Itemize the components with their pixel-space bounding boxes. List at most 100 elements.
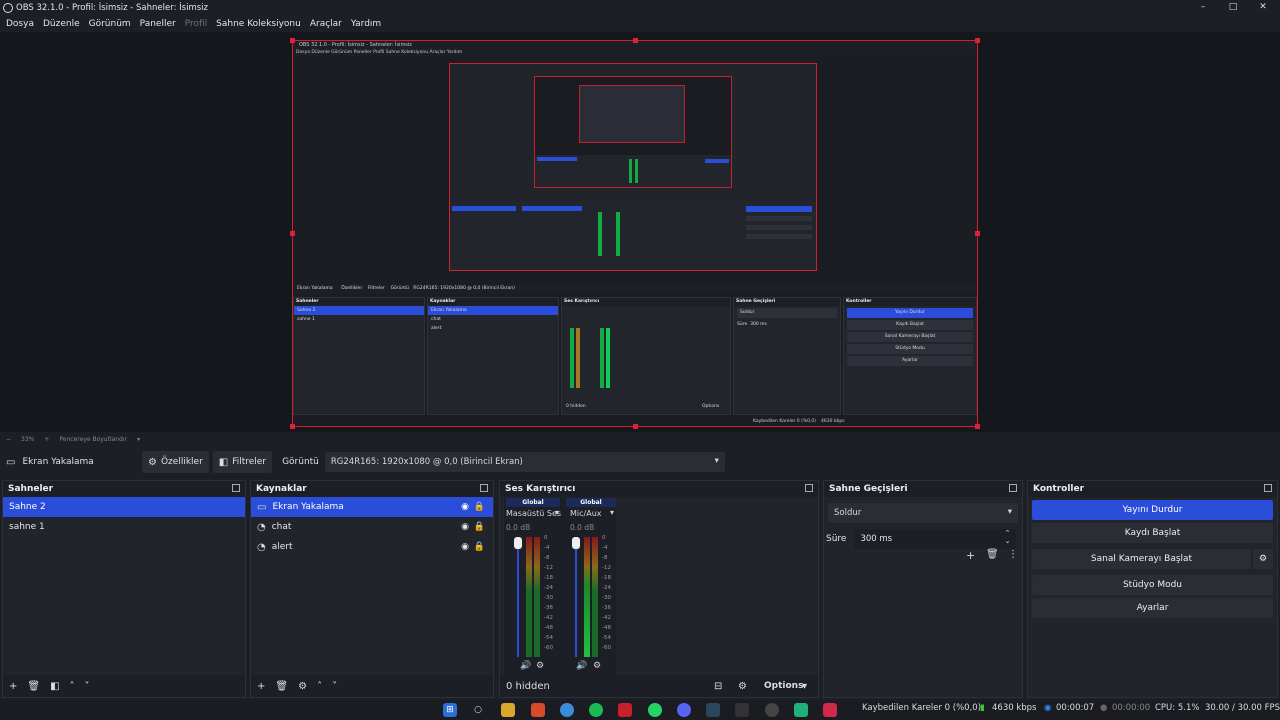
lock-icon[interactable]: 🔒 [474, 522, 485, 532]
undock-icon[interactable] [480, 484, 488, 492]
app-icon[interactable] [794, 703, 808, 717]
resize-handle-b[interactable] [633, 424, 638, 429]
filter-icon[interactable]: ◧ [50, 681, 59, 692]
zoom-dropdown-icon[interactable]: ▾ [137, 436, 140, 443]
lock-icon[interactable]: 🔒 [474, 502, 485, 512]
source-item[interactable]: ◔ alert ◉ 🔒 [251, 537, 493, 557]
down-icon[interactable]: ˅ [85, 681, 90, 692]
menu-duzenle[interactable]: Düzenle [43, 19, 80, 29]
resize-handle-tl[interactable] [290, 38, 295, 43]
brave-icon[interactable] [531, 703, 545, 717]
whatsapp-icon[interactable] [648, 703, 662, 717]
eye-icon[interactable]: ◉ [461, 502, 469, 512]
meter-scale-label: -54 [602, 635, 611, 641]
menu-yardim[interactable]: Yardım [351, 19, 381, 29]
steam-icon[interactable] [706, 703, 720, 717]
spotify-icon[interactable] [589, 703, 603, 717]
settings-icon[interactable]: ⚙ [593, 661, 601, 671]
properties-button[interactable]: ⚙ Özellikler [142, 451, 209, 473]
trash-icon[interactable]: 🗑 [27, 681, 40, 692]
display-label: Görüntü [282, 457, 319, 467]
layout-icon[interactable]: ⊟ [714, 681, 722, 692]
epic-games-icon[interactable] [735, 703, 749, 717]
display-select[interactable]: RG24R165: 1920x1080 @ 0,0 (Birincil Ekra… [324, 452, 725, 472]
eye-icon[interactable]: ◉ [461, 522, 469, 532]
minimize-button[interactable]: – [1192, 1, 1214, 14]
undock-icon[interactable] [1264, 484, 1272, 492]
screen-capture-source[interactable]: OBS 32.1.0 - Profil: İsimsiz - Sahneler:… [292, 40, 978, 427]
undock-icon[interactable] [232, 484, 240, 492]
down-icon[interactable]: ˅ [332, 681, 337, 692]
options-button[interactable]: Options [764, 681, 803, 691]
stop-stream-button[interactable]: Yayını Durdur [1032, 500, 1273, 520]
resize-handle-bl[interactable] [290, 424, 295, 429]
resize-handle-tr[interactable] [975, 38, 980, 43]
scene-item[interactable]: sahne 1 [3, 517, 245, 537]
obs-icon[interactable] [765, 703, 779, 717]
search-icon[interactable]: ○ [471, 703, 485, 717]
menu-dosya[interactable]: Dosya [6, 19, 34, 29]
studio-mode-button[interactable]: Stüdyo Modu [1032, 575, 1273, 595]
gear-icon[interactable]: ⚙ [298, 681, 307, 692]
close-button[interactable]: ✕ [1252, 1, 1274, 14]
settings-button[interactable]: Ayarlar [1032, 598, 1273, 618]
app-icon[interactable] [823, 703, 837, 717]
zoom-in-icon[interactable]: + [44, 436, 49, 443]
chrome-icon[interactable] [560, 703, 574, 717]
add-icon[interactable]: + [966, 549, 975, 562]
discord-icon[interactable] [677, 703, 691, 717]
source-item[interactable]: ◔ chat ◉ 🔒 [251, 517, 493, 537]
windows-start-icon[interactable]: ⊞ [443, 703, 457, 717]
app-icon[interactable] [618, 703, 632, 717]
undock-icon[interactable] [805, 484, 813, 492]
start-record-button[interactable]: Kaydı Başlat [1032, 523, 1273, 543]
trash-icon[interactable]: 🗑 [275, 681, 288, 692]
add-icon[interactable]: + [9, 681, 17, 692]
spin-icon[interactable]: ⌃ ⌄ [1005, 529, 1011, 545]
resize-handle-t[interactable] [633, 38, 638, 43]
undock-icon[interactable] [1009, 484, 1017, 492]
filters-button[interactable]: ◧ Filtreler [212, 451, 273, 473]
scene-item[interactable]: Sahne 2 [3, 497, 245, 517]
folder-icon[interactable] [501, 703, 515, 717]
chevron-down-icon[interactable]: ▾ [555, 508, 559, 517]
gear-icon[interactable]: ⚙ [738, 681, 747, 692]
volume-slider-track[interactable] [517, 549, 519, 657]
start-virtual-camera-button[interactable]: Sanal Kamerayı Başlat [1032, 549, 1251, 569]
up-icon[interactable]: ˄ [317, 681, 322, 692]
chevron-down-icon[interactable]: ▾ [802, 681, 807, 692]
fps: 30.00 / 30.00 FPS [1205, 703, 1280, 713]
resize-handle-br[interactable] [975, 424, 980, 429]
add-icon[interactable]: + [257, 681, 265, 692]
source-item[interactable]: ▭ Ekran Yakalama ◉ 🔒 [251, 497, 493, 517]
chevron-down-icon[interactable]: ▾ [610, 508, 614, 517]
lock-icon[interactable]: 🔒 [474, 542, 485, 552]
maximize-button[interactable]: □ [1222, 1, 1244, 14]
duration-spinbox[interactable]: 300 ms ⌃ ⌄ [854, 529, 1017, 549]
menu-gorunum[interactable]: Görünüm [89, 19, 131, 29]
volume-slider-knob[interactable] [572, 537, 580, 549]
settings-icon[interactable]: ⚙ [536, 661, 544, 671]
up-icon[interactable]: ˄ [70, 681, 75, 692]
fit-to-window[interactable]: Pencereye Boyutlandır [59, 436, 127, 443]
speaker-icon[interactable]: 🔊 [576, 661, 587, 671]
menu-profil[interactable]: Profil [185, 19, 207, 29]
zoom-out-icon[interactable]: − [6, 436, 11, 443]
menu-araclar[interactable]: Araçlar [310, 19, 342, 29]
menu-paneller[interactable]: Paneller [140, 19, 176, 29]
eye-icon[interactable]: ◉ [461, 542, 469, 552]
transition-select[interactable]: Soldur ▾ [828, 503, 1018, 523]
more-icon[interactable]: ⋮ [1008, 549, 1018, 560]
volume-slider-knob[interactable] [514, 537, 522, 549]
volume-slider-track[interactable] [575, 549, 577, 657]
mini-sources-dock: Kaynaklar Ekran Yakalama chat alert [427, 297, 559, 415]
resize-handle-l[interactable] [290, 231, 295, 236]
resize-handle-r[interactable] [975, 231, 980, 236]
menu-sahne-koleksiyonu[interactable]: Sahne Koleksiyonu [216, 19, 301, 29]
meter-scale-label: -8 [602, 555, 608, 561]
obs-logo-icon [3, 3, 13, 13]
gear-icon[interactable]: ⚙ [1253, 549, 1273, 569]
meter-scale-label: -18 [544, 575, 553, 581]
trash-icon[interactable]: 🗑 [986, 549, 999, 560]
speaker-icon[interactable]: 🔊 [520, 661, 531, 671]
